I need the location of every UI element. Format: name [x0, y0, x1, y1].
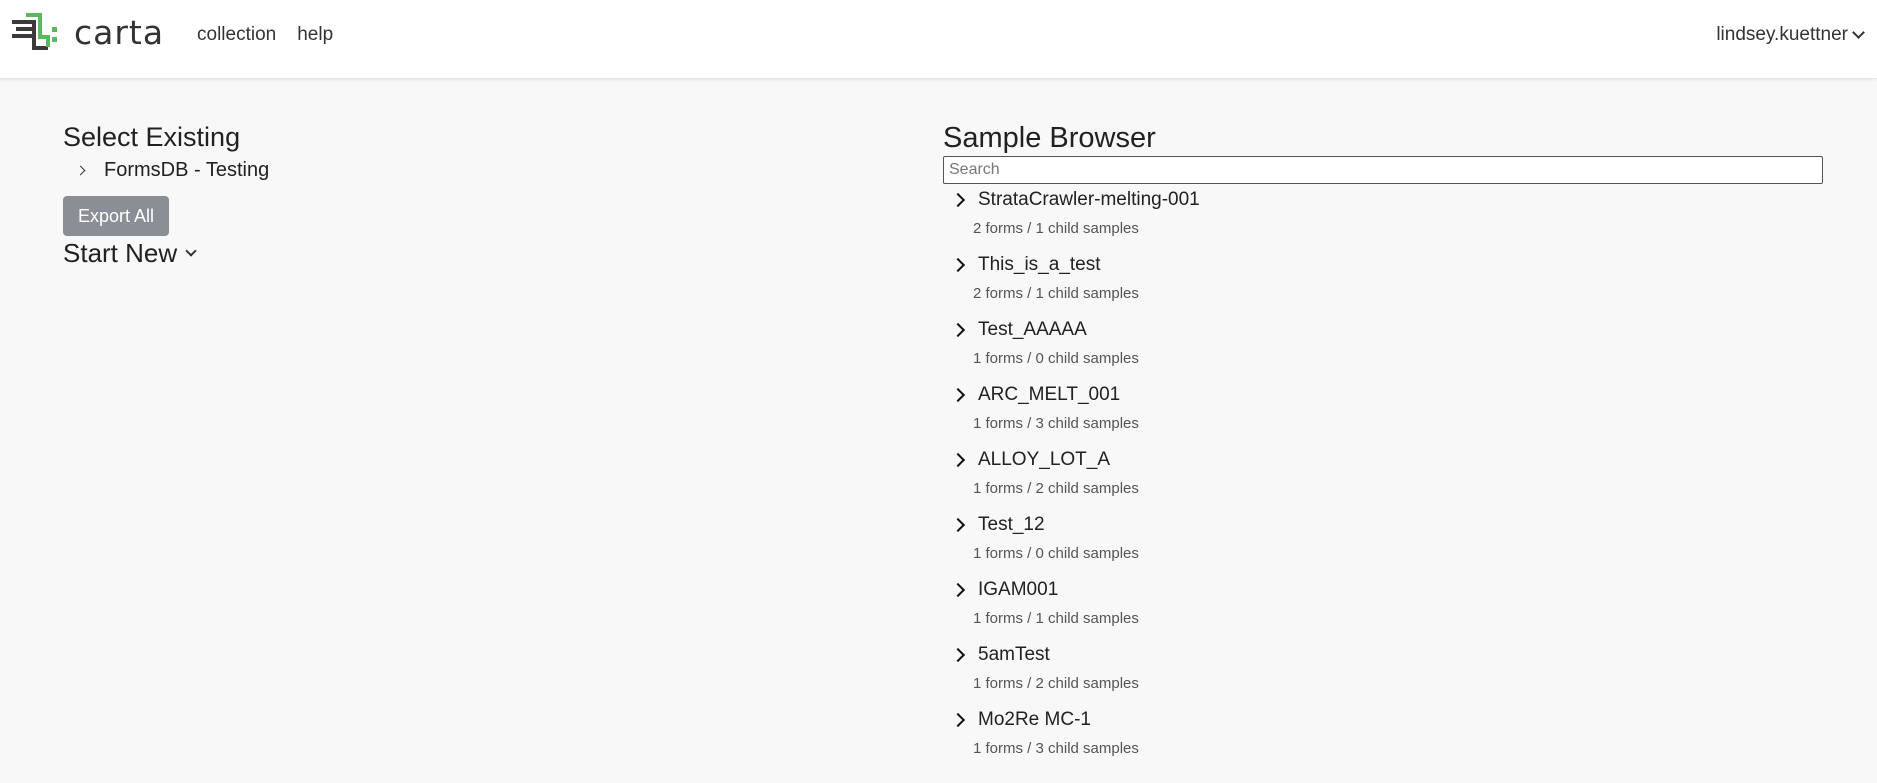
select-existing-heading: Select Existing: [63, 122, 241, 152]
sample-meta: 2 forms / 1 child samples: [973, 220, 1139, 237]
chevron-right-icon: [950, 387, 966, 403]
sample-meta: 1 forms / 2 child samples: [973, 480, 1139, 497]
tree-item-formsdb[interactable]: FormsDB - Testing: [75, 156, 863, 184]
sample-item: Mo2Re MC-1 1 forms / 3 child samples: [943, 706, 1823, 771]
sample-meta: 1 forms / 3 child samples: [973, 740, 1139, 757]
sample-toggle[interactable]: StrataCrawler-melting-001: [943, 186, 1823, 214]
sample-toggle[interactable]: Test_12: [943, 511, 1823, 539]
sample-name: Test_12: [978, 514, 1045, 535]
sample-name: ARC_MELT_001: [978, 384, 1121, 405]
sample-name: Mo2Re MC-1: [978, 709, 1091, 730]
export-all-button[interactable]: Export All: [63, 196, 170, 236]
chevron-right-icon: [950, 712, 966, 728]
sample-meta: 1 forms / 0 child samples: [973, 545, 1139, 562]
sample-item: This_is_a_test 2 forms / 1 child samples: [943, 251, 1823, 316]
left-panel: Select Existing FormsDB - Testing Export…: [63, 120, 863, 269]
sample-toggle[interactable]: ALLOY_LOT_A: [943, 446, 1823, 474]
sample-toggle[interactable]: Test_AAAAA: [943, 316, 1823, 344]
sample-meta: 1 forms / 0 child samples: [973, 350, 1139, 367]
top-navbar: carta collection help lindsey.kuettner: [0, 0, 1877, 79]
chevron-right-icon: [950, 257, 966, 273]
chevron-right-icon: [950, 582, 966, 598]
chevron-right-icon: [950, 647, 966, 663]
chevron-right-icon: [950, 322, 966, 338]
brand-name: carta: [74, 13, 165, 52]
nav-help[interactable]: help: [297, 24, 333, 46]
sample-meta: 1 forms / 1 child samples: [973, 610, 1139, 627]
nav-collection[interactable]: collection: [197, 24, 276, 46]
sample-meta: 1 forms / 3 child samples: [973, 415, 1139, 432]
sample-item: Test_AAAAA 1 forms / 0 child samples: [943, 316, 1823, 381]
sample-name: This_is_a_test: [978, 254, 1101, 275]
sample-item: Test_12 1 forms / 0 child samples: [943, 511, 1823, 576]
sample-item: 5amTest 1 forms / 2 child samples: [943, 641, 1823, 706]
sample-toggle[interactable]: Mo2Re MC-1: [943, 706, 1823, 734]
main-nav: collection help: [197, 24, 333, 46]
search-input[interactable]: [943, 156, 1823, 184]
sample-toggle[interactable]: 5amTest: [943, 641, 1823, 669]
sample-name: 5amTest: [978, 644, 1050, 665]
chevron-right-icon: [950, 452, 966, 468]
chevron-right-icon: [950, 517, 966, 533]
chevron-right-icon: [75, 165, 86, 175]
sample-meta: 2 forms / 1 child samples: [973, 285, 1139, 302]
sample-list: StrataCrawler-melting-001 2 forms / 1 ch…: [943, 186, 1823, 771]
sample-browser-heading: Sample Browser: [943, 122, 1156, 154]
chevron-right-icon: [950, 192, 966, 208]
sample-item: StrataCrawler-melting-001 2 forms / 1 ch…: [943, 186, 1823, 251]
sample-toggle[interactable]: ARC_MELT_001: [943, 381, 1823, 409]
chevron-down-icon: [1852, 26, 1865, 39]
start-new-dropdown[interactable]: Start New: [63, 238, 863, 269]
sample-name: ALLOY_LOT_A: [978, 449, 1111, 470]
carta-logo-icon: [12, 13, 57, 50]
sample-name: StrataCrawler-melting-001: [978, 189, 1200, 210]
user-menu[interactable]: lindsey.kuettner: [1716, 24, 1865, 46]
sample-toggle[interactable]: IGAM001: [943, 576, 1823, 604]
sample-item: ARC_MELT_001 1 forms / 3 child samples: [943, 381, 1823, 446]
user-name: lindsey.kuettner: [1716, 24, 1848, 45]
chevron-down-icon: [185, 245, 197, 257]
sample-item: IGAM001 1 forms / 1 child samples: [943, 576, 1823, 641]
sample-toggle[interactable]: This_is_a_test: [943, 251, 1823, 279]
sample-browser: Sample Browser StrataCrawler-melting-001…: [943, 120, 1823, 771]
sample-name: IGAM001: [978, 579, 1059, 600]
start-new-label: Start New: [63, 238, 178, 268]
sample-meta: 1 forms / 2 child samples: [973, 675, 1139, 692]
sample-name: Test_AAAAA: [978, 319, 1087, 340]
tree-item-label: FormsDB - Testing: [104, 158, 270, 181]
logo[interactable]: carta: [12, 13, 164, 53]
sample-item: ALLOY_LOT_A 1 forms / 2 child samples: [943, 446, 1823, 511]
